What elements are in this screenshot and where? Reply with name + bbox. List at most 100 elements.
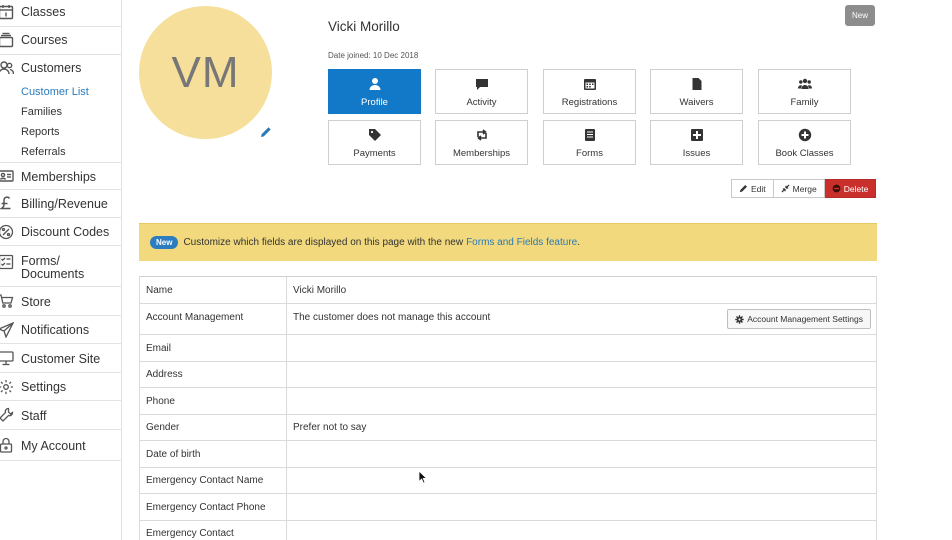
field-label: Phone [140,388,287,414]
sidebar-item-label: Classes [21,5,66,19]
delete-button-label: Delete [843,183,869,194]
tab-registrations[interactable]: Registrations [543,69,636,114]
account-management-settings-button[interactable]: Account Management Settings [727,309,871,329]
tab-issues[interactable]: Issues [650,120,743,165]
tab-book-classes[interactable]: Book Classes [758,120,851,165]
tile-label: Forms [576,148,603,159]
new-badge: New [150,236,179,249]
speech-bubble-icon [475,77,489,91]
table-row: Name Vicki Morillo [140,277,876,304]
pencil-icon[interactable] [260,126,272,138]
sidebar-subitem-families[interactable]: Families [21,106,62,118]
sidebar-item-label: Billing/Revenue [21,197,108,211]
field-value [287,494,876,520]
gear-icon [0,379,14,395]
field-label: Account Management [140,304,287,334]
tile-label: Book Classes [775,148,834,159]
tab-memberships[interactable]: Memberships [435,120,528,165]
field-label: Emergency Contact Name [140,468,287,493]
sidebar-item-label: Customers [21,61,82,75]
sidebar-item-notifications[interactable]: Notifications [0,316,121,344]
sidebar-item-label: Memberships [21,170,97,184]
forms-and-fields-link[interactable]: Forms and Fields feature [466,237,577,248]
field-label: Email [140,335,287,361]
tab-waivers[interactable]: Waivers [650,69,743,114]
sidebar-item-label: Staff [21,409,47,423]
date-joined: Date joined: 10 Dec 2018 [328,51,419,60]
sidebar-item-discount-codes[interactable]: Discount Codes [0,218,121,246]
table-row: Email [140,335,876,362]
tab-profile[interactable]: Profile [328,69,421,114]
checklist-icon [0,254,14,270]
paper-plane-icon [0,322,14,338]
sidebar-item-label: Customer Site [21,352,101,366]
sidebar-item-settings[interactable]: Settings [0,373,121,401]
sidebar-item-classes[interactable]: Classes [0,0,121,27]
sidebar-item-courses[interactable]: Courses [0,27,121,55]
mouse-cursor-icon [418,470,428,484]
field-value: Prefer not to say [293,422,367,433]
new-customer-button[interactable]: New [845,5,875,26]
tab-family[interactable]: Family [758,69,851,114]
sidebar-subitem-referrals[interactable]: Referrals [21,146,66,158]
calendar-icon [0,4,14,20]
tag-icon [368,128,382,142]
avatar: VM [139,6,272,139]
field-value: The customer does not manage this accoun… [293,312,491,323]
field-value [287,335,876,361]
sidebar-item-my-account[interactable]: My Account [0,430,121,461]
info-banner: New Customize which fields are displayed… [139,223,877,261]
sidebar-subitem-reports[interactable]: Reports [21,126,60,138]
sidebar-item-customer-site[interactable]: Customer Site [0,344,121,373]
tile-label: Waivers [679,97,714,108]
tab-payments[interactable]: Payments [328,120,421,165]
tab-forms[interactable]: Forms [543,120,636,165]
calendar-icon [583,77,597,91]
sidebar-item-memberships[interactable]: Memberships [0,163,121,190]
gear-icon [735,314,744,324]
sidebar-item-store[interactable]: Store [0,287,121,316]
layers-icon [0,32,14,48]
user-icon [368,77,382,91]
plus-square-icon [690,128,704,142]
tile-label: Issues [682,148,711,159]
sidebar: Classes Courses Customers Customer List … [0,0,122,540]
sidebar-subitem-customer-list[interactable]: Customer List [21,86,89,98]
plus-circle-icon [798,128,812,142]
sidebar-item-customers[interactable]: Customers Customer List Families Reports… [0,55,121,163]
sidebar-item-forms-documents[interactable]: Forms/ Documents [0,246,121,287]
table-row: Emergency Contact [140,521,876,540]
merge-button-label: Merge [792,183,817,194]
edit-button[interactable]: Edit [731,179,774,198]
discount-icon [0,224,14,240]
table-row: Account Management The customer does not… [140,304,876,335]
table-row: Address [140,362,876,388]
field-label: Emergency Contact Phone [140,494,287,520]
avatar-initials: VM [171,47,240,97]
sidebar-item-label: Courses [21,33,68,47]
delete-button[interactable]: Delete [824,179,877,198]
retweet-icon [475,128,489,142]
document-icon [690,77,704,91]
field-value [287,362,876,387]
merge-button[interactable]: Merge [773,179,825,198]
sidebar-item-staff[interactable]: Staff [0,401,121,430]
field-label: Gender [140,415,287,440]
edit-button-label: Edit [751,183,766,194]
sidebar-item-label: Forms/ [21,254,60,268]
banner-suffix: . [577,237,581,248]
field-label: Address [140,362,287,387]
monitor-icon [0,350,14,366]
lock-icon [0,437,14,453]
tab-activity[interactable]: Activity [435,69,528,114]
banner-text: Customize which fields are displayed on … [183,237,464,248]
field-value [287,388,876,414]
sidebar-item-label: Discount Codes [21,225,110,239]
tools-icon [0,407,14,423]
customer-name: Vicki Morillo [328,19,400,34]
sidebar-item-billing-revenue[interactable]: Billing/Revenue [0,190,121,218]
tile-label: Registrations [561,97,618,108]
cart-icon [0,293,14,309]
field-value: Vicki Morillo [293,284,347,296]
list-document-icon [583,128,597,142]
